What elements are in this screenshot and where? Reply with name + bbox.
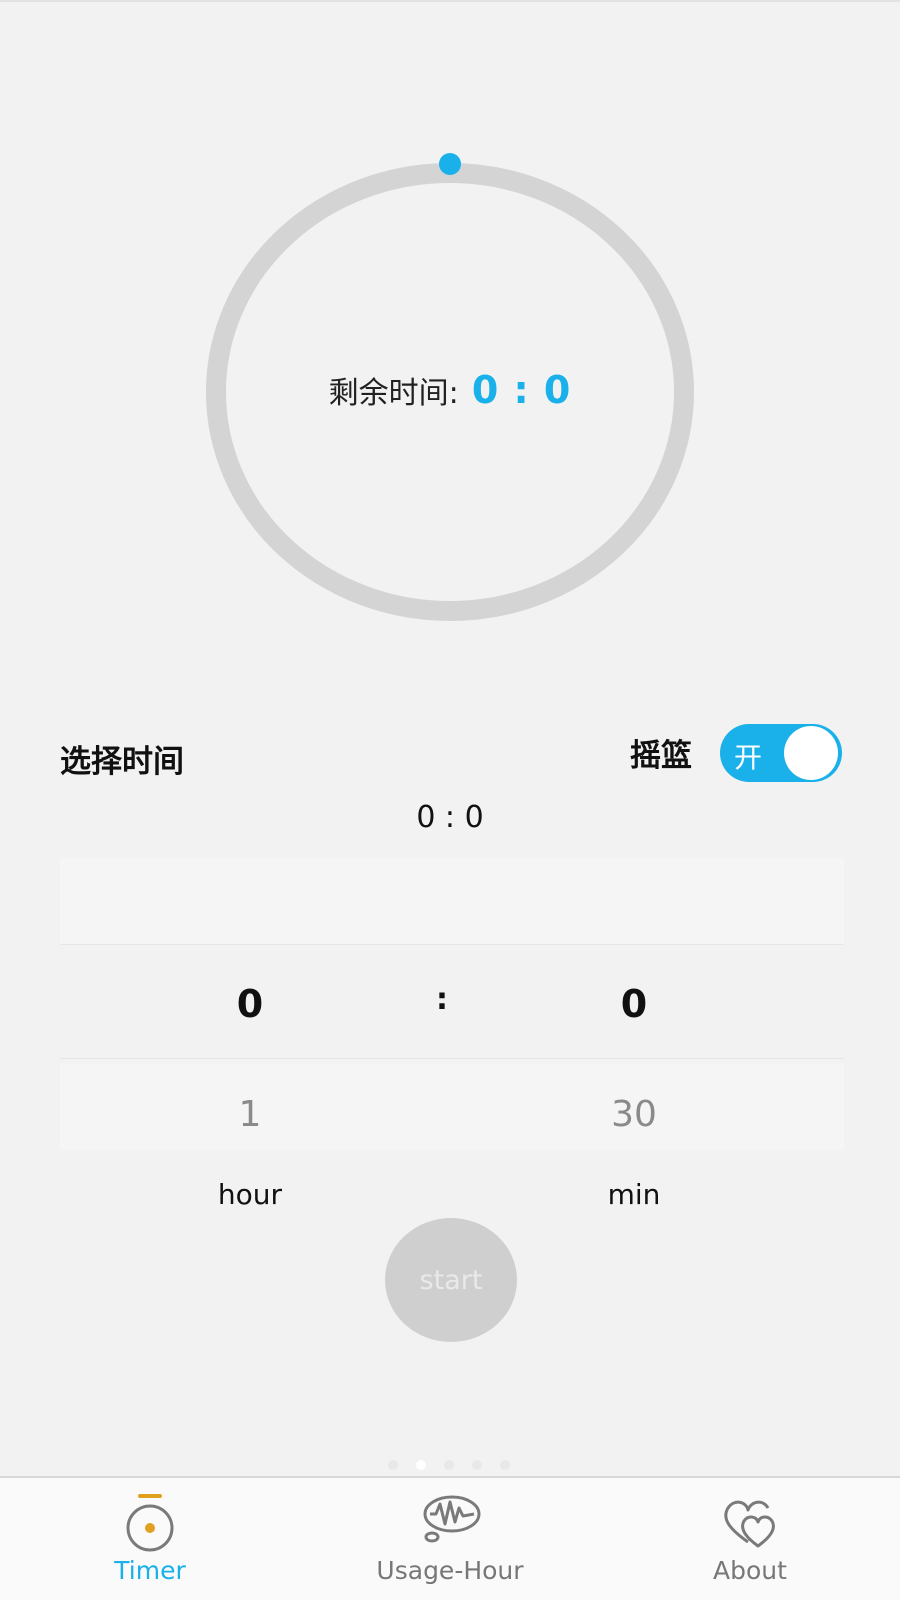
picker-top-band [60, 858, 844, 944]
hour-next-value[interactable]: 1 [190, 1094, 310, 1135]
picker-divider-top [60, 944, 844, 945]
thought-wave-icon [423, 1495, 481, 1543]
app-screen: 剩余时间: 0 : 0 选择时间 摇篮 开 0 : 0 0 : 0 1 30 h… [0, 0, 900, 1600]
min-next-value[interactable]: 30 [574, 1094, 694, 1135]
page-indicator [388, 1460, 510, 1472]
picker-divider-bottom [60, 1058, 844, 1059]
ring-progress-dot [439, 153, 461, 175]
bottom-nav: Timer Usage-Hour About [0, 1476, 900, 1600]
timer-icon [126, 1494, 174, 1552]
remaining-time-label: 剩余时间: [328, 376, 459, 411]
nav-label-about: About [713, 1556, 787, 1585]
remaining-time: 剩余时间: 0 : 0 [200, 368, 700, 412]
page-dot [388, 1460, 398, 1470]
nav-item-usage-hour[interactable]: Usage-Hour [350, 1478, 550, 1600]
remaining-time-value: 0 : 0 [471, 368, 572, 412]
select-time-title: 选择时间 [60, 744, 184, 780]
cradle-label: 摇篮 [630, 738, 692, 774]
picker-bottom-band [60, 1064, 844, 1150]
picker-separator: : [436, 982, 448, 1017]
hour-selected-value[interactable]: 0 [190, 982, 310, 1026]
min-selected-value[interactable]: 0 [574, 982, 694, 1026]
page-dot [472, 1460, 482, 1470]
nav-label-timer: Timer [114, 1556, 186, 1585]
page-dot-active [416, 1460, 426, 1470]
cradle-toggle[interactable]: 开 [720, 724, 842, 782]
nav-item-about[interactable]: About [650, 1478, 850, 1600]
min-unit-label: min [607, 1178, 661, 1211]
hour-unit-label: hour [217, 1178, 283, 1211]
nav-label-usage-hour: Usage-Hour [376, 1556, 524, 1585]
start-button[interactable]: start [385, 1218, 517, 1342]
page-dot [444, 1460, 454, 1470]
countdown-ring: 剩余时间: 0 : 0 [200, 152, 700, 632]
selected-time-display: 0 : 0 [416, 800, 484, 835]
toggle-knob [784, 726, 838, 780]
page-dot [500, 1460, 510, 1470]
top-divider [0, 0, 900, 2]
time-picker[interactable]: 0 : 0 1 30 [60, 858, 844, 1150]
nav-item-timer[interactable]: Timer [50, 1478, 250, 1600]
toggle-on-text: 开 [734, 741, 763, 774]
hearts-icon [724, 1500, 775, 1548]
